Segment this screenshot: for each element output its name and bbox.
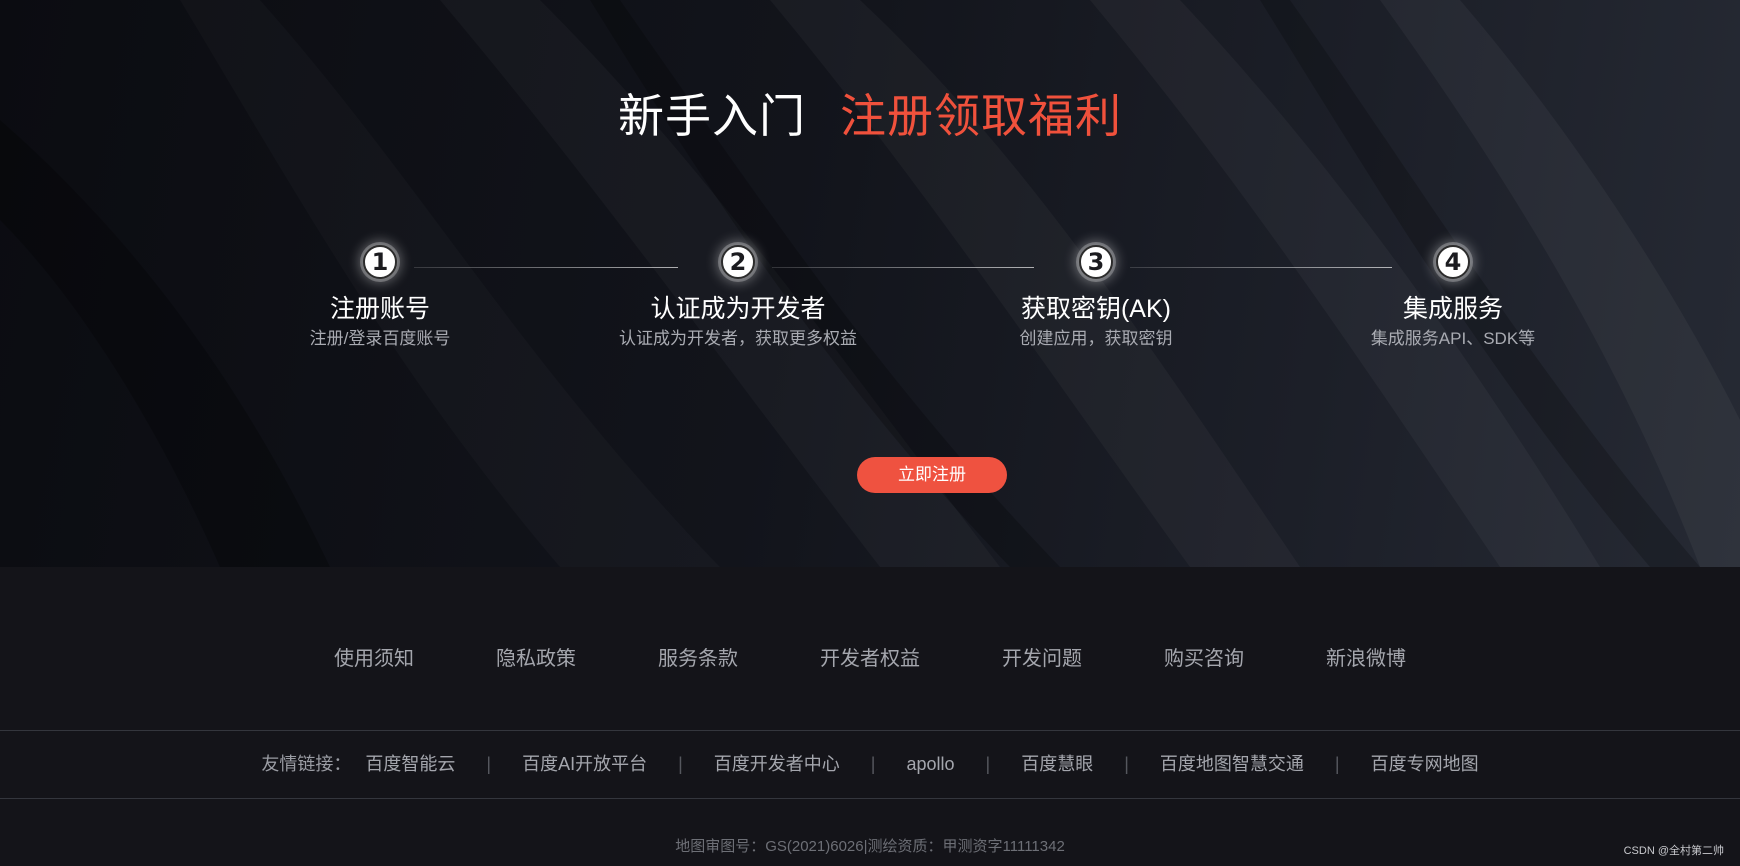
- step-description: 注册/登录百度账号: [309, 329, 451, 348]
- step-description: 集成服务API、SDK等: [1370, 329, 1536, 348]
- step-become-developer: 2 认证成为开发者 认证成为开发者，获取更多权益: [588, 245, 888, 351]
- step-title: 集成服务: [1402, 295, 1503, 323]
- step-description: 认证成为开发者，获取更多权益: [619, 329, 857, 348]
- link-separator: |: [985, 754, 991, 774]
- step-title: 获取密钥(AK): [1020, 295, 1171, 323]
- divider: [0, 730, 1740, 731]
- step-number-badge: 2: [721, 245, 755, 279]
- section-title: 新手入门 注册领取福利: [0, 84, 1740, 148]
- hero-section: 新手入门 注册领取福利 1 注册账号 注册/登录百度账号 2 认证成为开发者 认证…: [0, 0, 1740, 567]
- step-register-account: 1 注册账号 注册/登录百度账号: [230, 245, 530, 351]
- footer-link-privacy-policy[interactable]: 隐私政策: [496, 645, 576, 673]
- footer-link-developer-rights[interactable]: 开发者权益: [820, 645, 920, 673]
- friend-link-baidu-huiyan[interactable]: 百度慧眼: [1021, 751, 1093, 777]
- step-number-badge: 3: [1079, 245, 1113, 279]
- step-integrate-service: 4 集成服务 集成服务API、SDK等: [1303, 245, 1603, 351]
- step-title: 注册账号: [329, 295, 430, 323]
- link-separator: |: [1124, 754, 1129, 774]
- step-number-badge: 4: [1436, 245, 1470, 279]
- friend-link-baidu-developer-center[interactable]: 百度开发者中心: [714, 751, 840, 777]
- step-description: 创建应用，获取密钥: [1019, 329, 1173, 348]
- title-highlight: 注册领取福利: [840, 90, 1122, 142]
- copyright-text: 地图审图号：GS(2021)6026|测绘资质：甲测资字11111342: [675, 838, 1065, 855]
- friend-link-baidu-ai[interactable]: 百度AI开放平台: [522, 751, 647, 777]
- divider: [0, 798, 1740, 799]
- footer: 使用须知 隐私政策 服务条款 开发者权益 开发问题 购买咨询 新浪微博 友情链接…: [0, 567, 1740, 866]
- link-separator: |: [678, 754, 683, 774]
- footer-link-dev-questions[interactable]: 开发问题: [1002, 645, 1082, 673]
- title-primary: 新手入门: [618, 90, 806, 142]
- footer-link-weibo[interactable]: 新浪微博: [1326, 645, 1406, 673]
- step-title: 认证成为开发者: [650, 295, 826, 323]
- footer-link-purchase-consult[interactable]: 购买咨询: [1164, 645, 1244, 673]
- watermark: CSDN @全村第二帅: [1623, 845, 1724, 857]
- friend-links-label: 友情链接：: [261, 754, 352, 774]
- footer-link-usage-notice[interactable]: 使用须知: [334, 645, 414, 673]
- link-separator: |: [1334, 754, 1340, 774]
- step-number-badge: 1: [363, 245, 397, 279]
- footer-nav: 使用须知 隐私政策 服务条款 开发者权益 开发问题 购买咨询 新浪微博: [0, 645, 1740, 673]
- link-separator: |: [870, 754, 876, 774]
- footer-link-terms-of-service[interactable]: 服务条款: [658, 645, 738, 673]
- register-now-button[interactable]: 立即注册: [857, 457, 1007, 493]
- link-separator: |: [486, 754, 492, 774]
- friend-link-apollo[interactable]: apollo: [906, 751, 954, 777]
- friend-links: 友情链接： 百度智能云 | 百度AI开放平台 | 百度开发者中心 | apoll…: [0, 751, 1740, 777]
- step-get-key: 3 获取密钥(AK) 创建应用，获取密钥: [946, 245, 1246, 351]
- friend-link-baidu-cloud[interactable]: 百度智能云: [365, 751, 455, 777]
- friend-link-baidu-private-map[interactable]: 百度专网地图: [1371, 751, 1479, 777]
- friend-link-baidu-smart-traffic[interactable]: 百度地图智慧交通: [1160, 751, 1304, 777]
